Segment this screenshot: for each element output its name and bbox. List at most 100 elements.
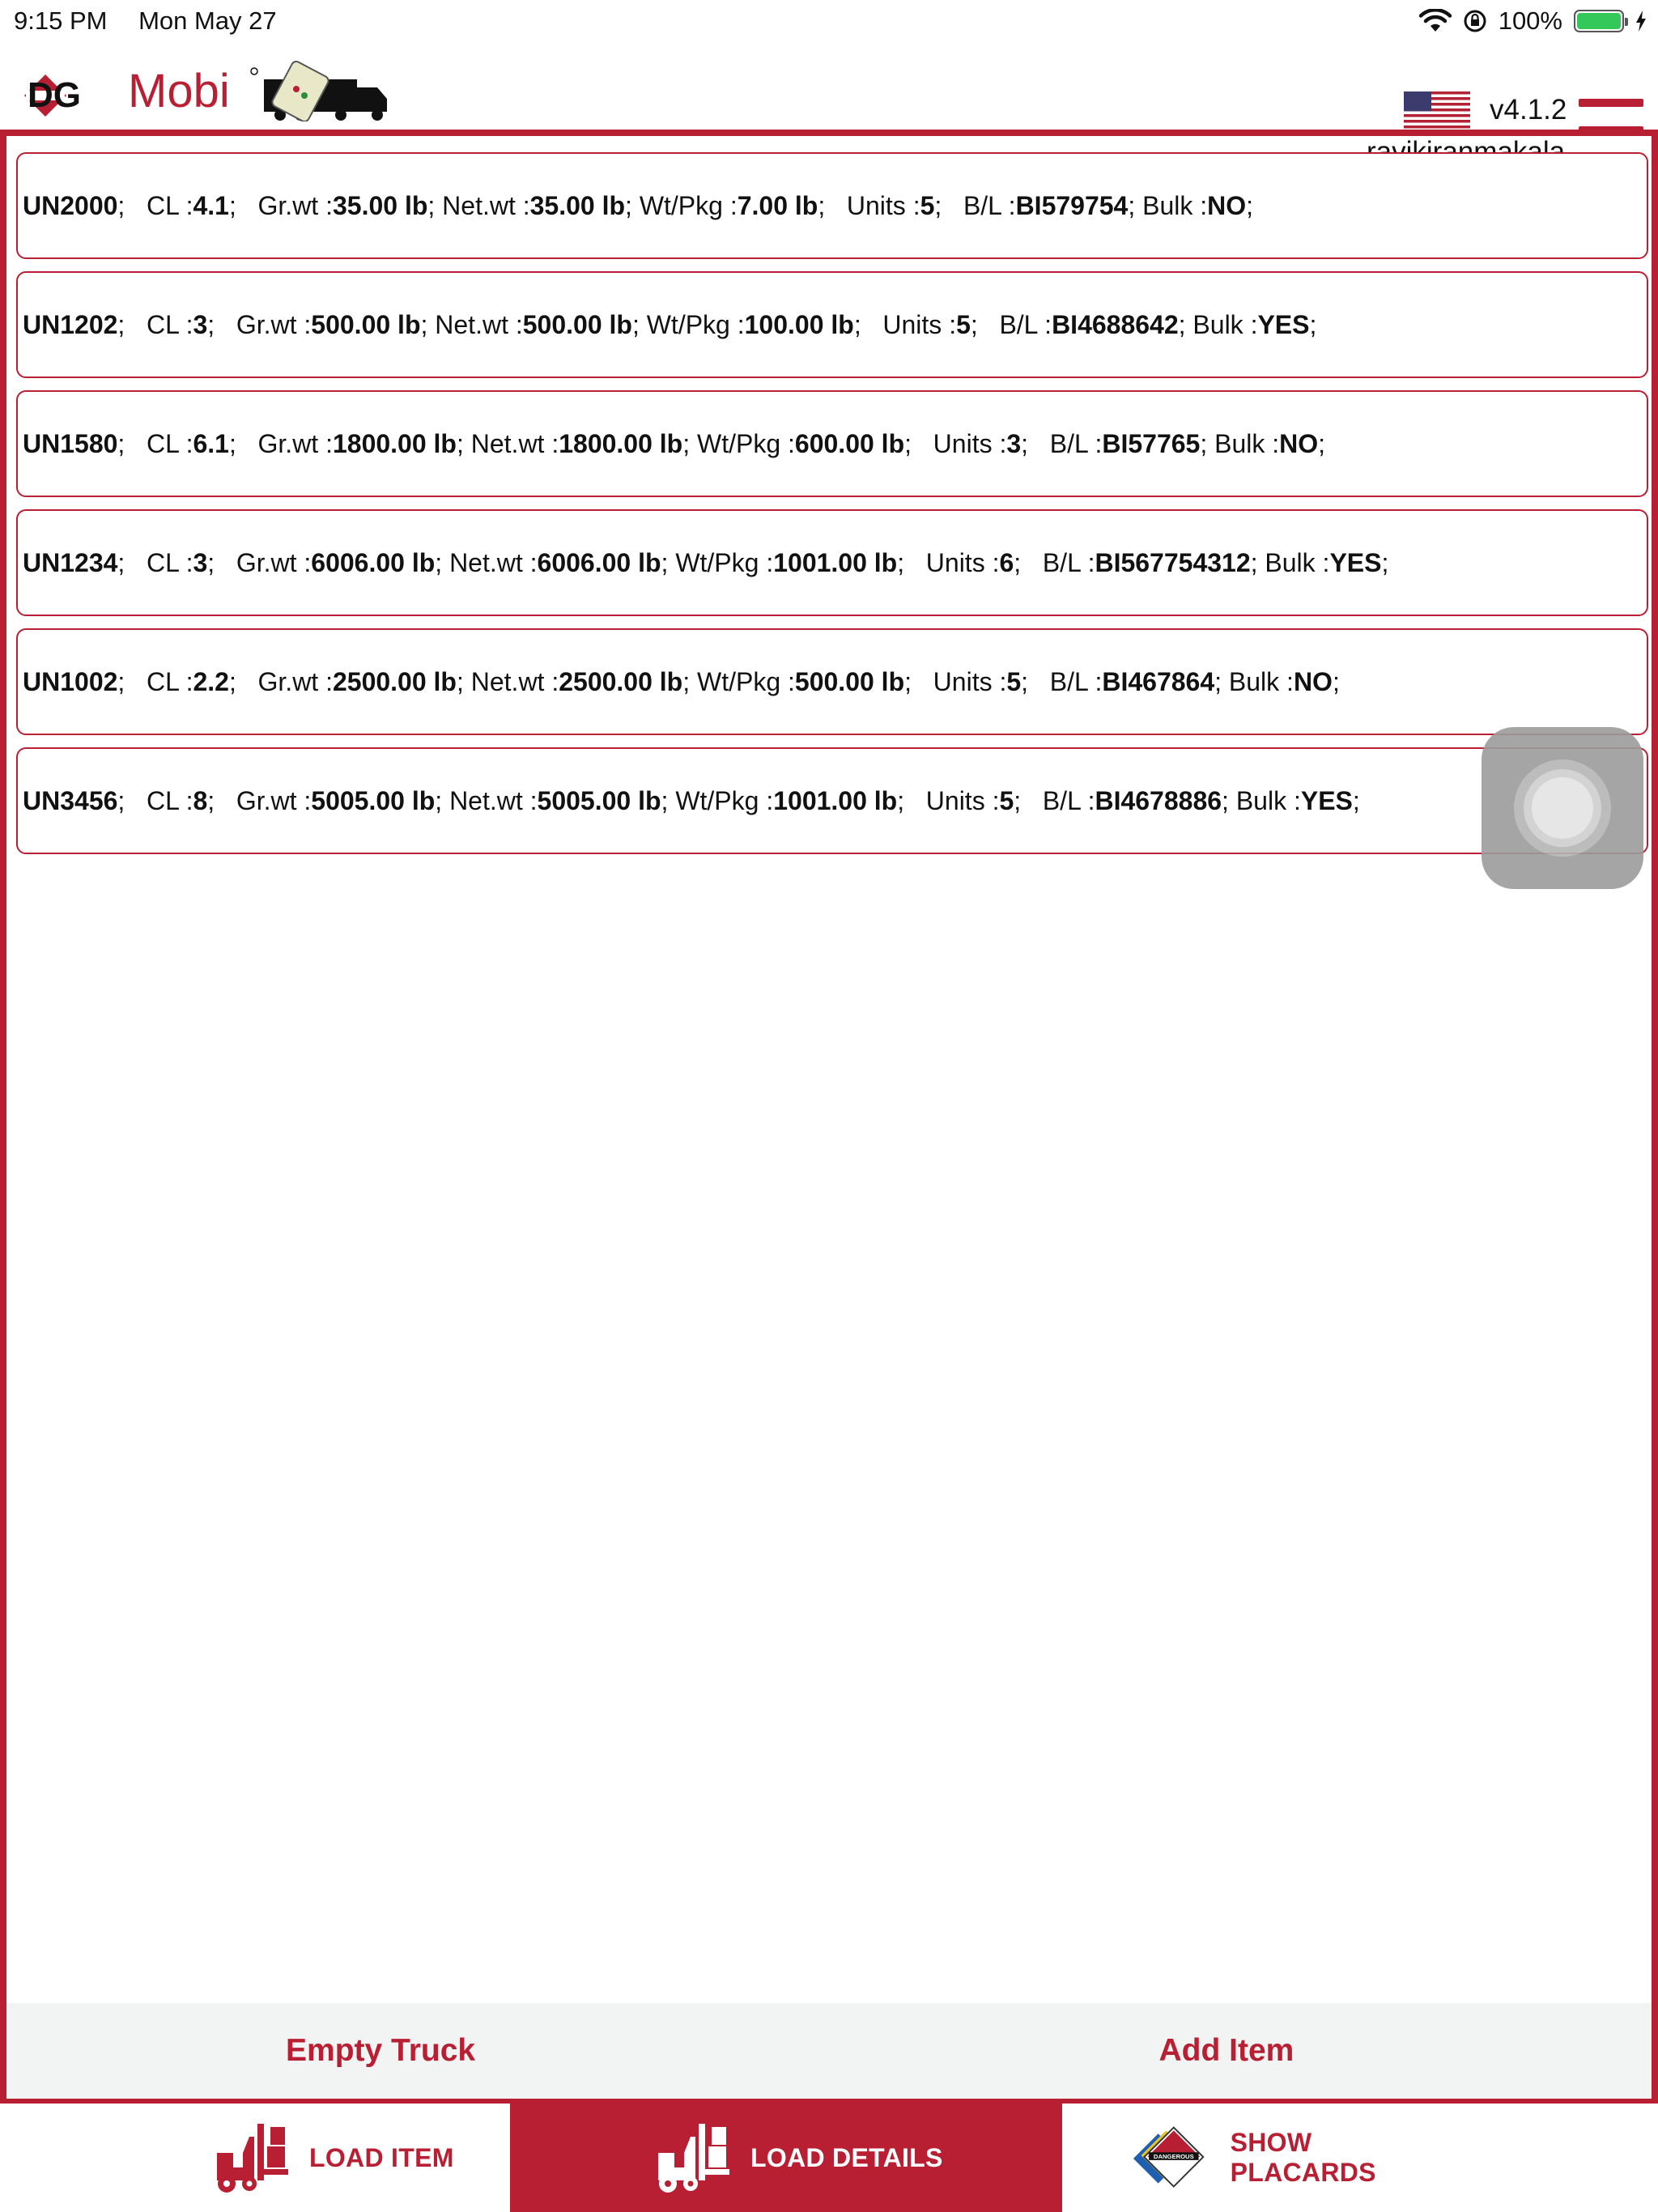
- bottom-tab-bar: LOAD ITEM LOAD DETAILS DANGEROUS SHOW PL…: [0, 2104, 1658, 2212]
- forklift-icon: [658, 2124, 729, 2193]
- field-label-netwt: Net.wt :: [449, 785, 538, 815]
- field-value-wtpkg: 7.00 lb: [737, 190, 818, 220]
- field-value-bulk: YES: [1257, 309, 1310, 339]
- field-label-cl: CL :: [146, 547, 193, 577]
- field-label-units: Units :: [933, 666, 1007, 696]
- hazmat-item-list: UN2000; CL : 4.1; Gr.wt : 35.00 lb; Net.…: [16, 152, 1648, 866]
- field-value-bulk: YES: [1329, 547, 1382, 577]
- un-number: UN1580: [23, 428, 118, 458]
- field-value-bl: BI4688642: [1052, 309, 1179, 339]
- hazmat-item-card[interactable]: UN1002; CL : 2.2; Gr.wt : 2500.00 lb; Ne…: [16, 628, 1648, 735]
- field-label-bl: B/L :: [963, 190, 1016, 220]
- hazmat-item-card[interactable]: UN2000; CL : 4.1; Gr.wt : 35.00 lb; Net.…: [16, 152, 1648, 259]
- field-label-cl: CL :: [146, 190, 193, 220]
- tab-show-placards[interactable]: DANGEROUS SHOW PLACARDS: [1132, 2104, 1456, 2212]
- dgmobi-logo: DG Mobi: [24, 61, 387, 121]
- field-label-wtpkg: Wt/Pkg :: [639, 190, 738, 220]
- tab-load-item[interactable]: LOAD ITEM: [210, 2104, 486, 2212]
- field-value-grwt: 500.00 lb: [311, 309, 421, 339]
- hazmat-item-card[interactable]: UN3456; CL : 8; Gr.wt : 5005.00 lb; Net.…: [16, 747, 1648, 854]
- field-value-netwt: 500.00 lb: [522, 309, 632, 339]
- empty-truck-button[interactable]: Empty Truck: [6, 2003, 779, 2099]
- un-number: UN2000: [23, 190, 118, 220]
- field-label-units: Units :: [882, 309, 957, 339]
- field-value-grwt: 1800.00 lb: [332, 428, 457, 458]
- field-value-units: 5: [999, 785, 1014, 815]
- app-header: DG Mobi v4.1.2 ravikiranmakala: [0, 45, 1658, 168]
- field-label-wtpkg: Wt/Pkg :: [697, 428, 795, 458]
- field-value-cl: 6.1: [193, 428, 229, 458]
- field-label-wtpkg: Wt/Pkg :: [675, 785, 774, 815]
- field-label-bl: B/L :: [1042, 547, 1095, 577]
- field-label-netwt: Net.wt :: [449, 547, 538, 577]
- field-label-units: Units :: [933, 428, 1007, 458]
- field-label-bulk: Bulk :: [1192, 309, 1258, 339]
- field-value-netwt: 6006.00 lb: [537, 547, 661, 577]
- field-label-grwt: Gr.wt :: [257, 428, 333, 458]
- app-version: v4.1.2: [1490, 94, 1567, 125]
- field-value-units: 6: [999, 547, 1014, 577]
- field-value-cl: 4.1: [193, 190, 229, 220]
- field-label-grwt: Gr.wt :: [257, 666, 333, 696]
- field-value-bl: BI4678886: [1095, 785, 1222, 815]
- un-number: UN3456: [23, 785, 118, 815]
- field-value-wtpkg: 600.00 lb: [794, 428, 905, 458]
- us-flag-icon[interactable]: [1404, 91, 1470, 129]
- field-label-bl: B/L :: [1049, 666, 1103, 696]
- status-indicators: 100%: [1408, 6, 1647, 36]
- field-label-wtpkg: Wt/Pkg :: [675, 547, 774, 577]
- field-label-bulk: Bulk :: [1142, 190, 1208, 220]
- field-value-cl: 3: [193, 309, 208, 339]
- wifi-icon: [1418, 9, 1452, 32]
- logo-dg-text: DG: [28, 75, 81, 115]
- field-label-netwt: Net.wt :: [470, 428, 559, 458]
- field-label-units: Units :: [925, 785, 1000, 815]
- field-value-netwt: 5005.00 lb: [537, 785, 661, 815]
- field-value-bulk: NO: [1279, 428, 1319, 458]
- field-value-wtpkg: 500.00 lb: [794, 666, 905, 696]
- field-value-bl: BI579754: [1015, 190, 1129, 220]
- field-value-grwt: 35.00 lb: [332, 190, 428, 220]
- field-value-bulk: YES: [1300, 785, 1353, 815]
- field-value-grwt: 5005.00 lb: [311, 785, 436, 815]
- field-label-wtpkg: Wt/Pkg :: [697, 666, 795, 696]
- field-label-grwt: Gr.wt :: [257, 190, 333, 220]
- status-date: Mon May 27: [138, 6, 277, 35]
- tab-label: SHOW PLACARDS: [1230, 2128, 1376, 2187]
- field-label-grwt: Gr.wt :: [236, 547, 312, 577]
- hazmat-item-card[interactable]: UN1202; CL : 3; Gr.wt : 500.00 lb; Net.w…: [16, 271, 1648, 378]
- un-number: UN1202: [23, 309, 118, 339]
- hazmat-item-card[interactable]: UN1580; CL : 6.1; Gr.wt : 1800.00 lb; Ne…: [16, 390, 1648, 497]
- field-value-wtpkg: 1001.00 lb: [773, 785, 898, 815]
- field-value-wtpkg: 1001.00 lb: [773, 547, 898, 577]
- field-value-netwt: 2500.00 lb: [559, 666, 683, 696]
- field-value-units: 5: [920, 190, 935, 220]
- field-label-bl: B/L :: [1049, 428, 1103, 458]
- field-value-bl: BI467864: [1102, 666, 1215, 696]
- field-label-cl: CL :: [146, 309, 193, 339]
- tab-load-details[interactable]: LOAD DETAILS: [510, 2104, 1062, 2212]
- orientation-lock-icon: [1464, 10, 1486, 32]
- hazmat-item-card[interactable]: UN1234; CL : 3; Gr.wt : 6006.00 lb; Net.…: [16, 509, 1648, 616]
- field-label-bulk: Bulk :: [1265, 547, 1330, 577]
- svg-text:DANGEROUS: DANGEROUS: [1154, 2153, 1194, 2160]
- field-value-bulk: NO: [1207, 190, 1247, 220]
- field-label-netwt: Net.wt :: [442, 190, 530, 220]
- field-value-wtpkg: 100.00 lb: [744, 309, 854, 339]
- field-value-grwt: 6006.00 lb: [311, 547, 436, 577]
- field-value-grwt: 2500.00 lb: [332, 666, 457, 696]
- field-label-grwt: Gr.wt :: [236, 785, 312, 815]
- status-bar: 9:15 PM Mon May 27 100%: [0, 0, 1658, 45]
- add-item-button[interactable]: Add Item: [779, 2003, 1652, 2099]
- status-time: 9:15 PM: [14, 6, 108, 35]
- field-label-cl: CL :: [146, 785, 193, 815]
- field-label-bulk: Bulk :: [1235, 785, 1301, 815]
- field-label-cl: CL :: [146, 666, 193, 696]
- field-label-bulk: Bulk :: [1214, 428, 1280, 458]
- field-value-netwt: 35.00 lb: [529, 190, 626, 220]
- charging-bolt-icon: [1636, 11, 1646, 32]
- field-label-bulk: Bulk :: [1228, 666, 1294, 696]
- field-value-units: 5: [956, 309, 971, 339]
- assistive-touch-button[interactable]: [1482, 727, 1643, 889]
- field-label-bl: B/L :: [999, 309, 1052, 339]
